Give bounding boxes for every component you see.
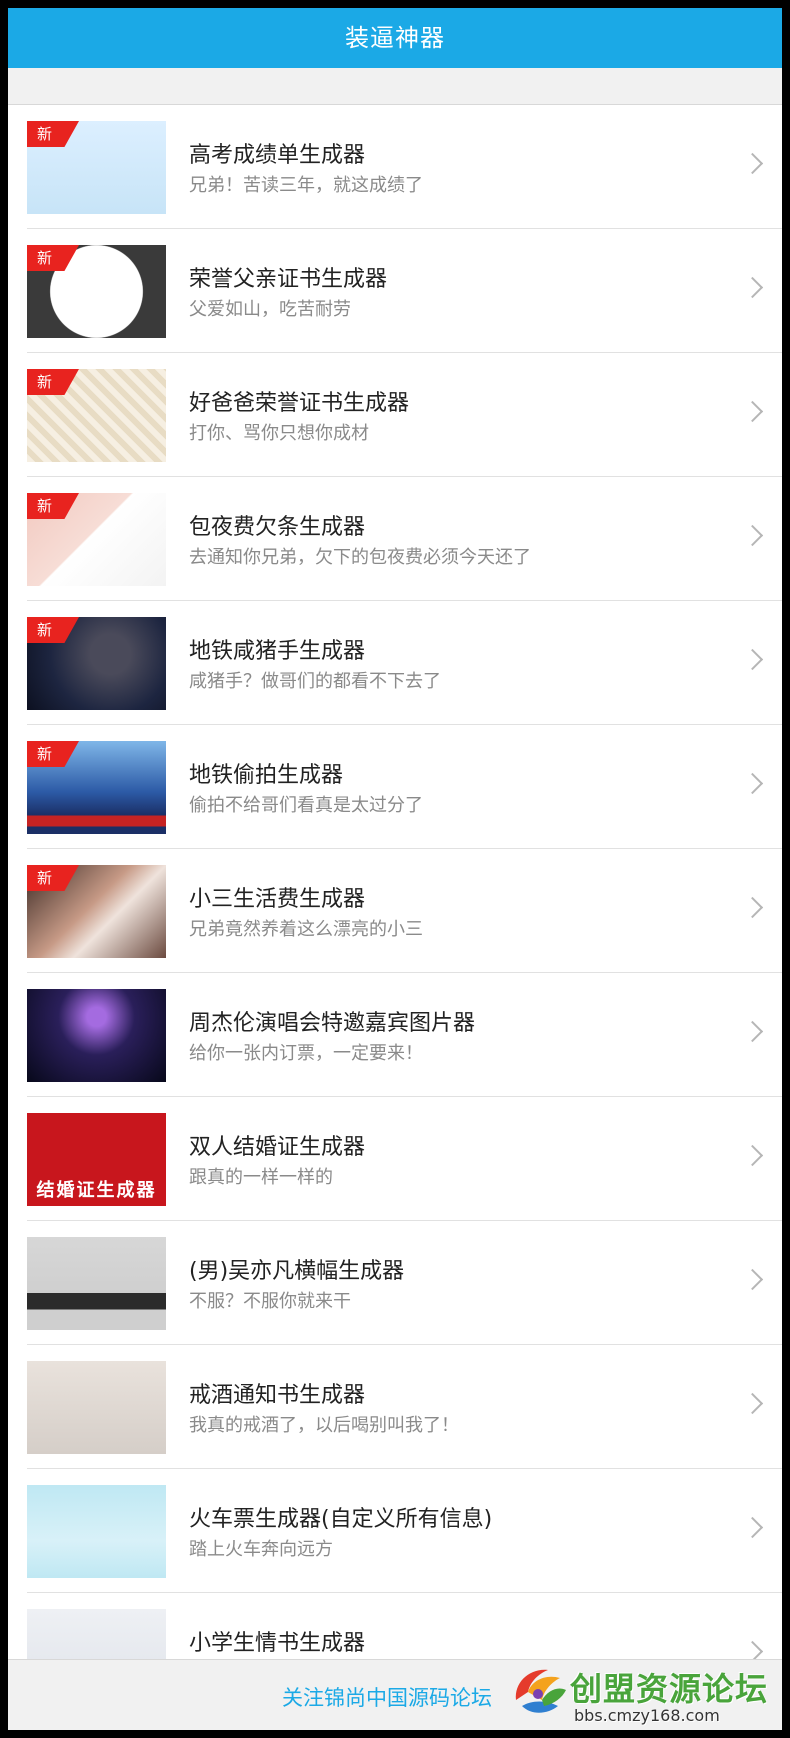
list-item[interactable]: 新包夜费欠条生成器 去通知你兄弟，欠下的包夜费必须今天还了 <box>27 477 782 601</box>
list-item[interactable]: 戒酒通知书生成器我真的戒酒了，以后喝别叫我了！ <box>27 1345 782 1469</box>
chevron-right-icon <box>741 772 764 795</box>
chevron-right-icon <box>741 1144 764 1167</box>
item-description: 偷拍不给哥们看真是太过分了 <box>189 795 423 816</box>
item-title: 小三生活费生成器 <box>189 887 366 912</box>
generator-list: 新高考成绩单生成器 兄弟！苦读三年，就这成绩了新荣誉父亲证书生成器 父爱如山，吃苦耐… <box>8 105 782 1660</box>
list-item[interactable]: 新小三生活费生成器 兄弟竟然养着这么漂亮的小三 <box>27 849 782 973</box>
chevron-right-icon <box>741 152 764 175</box>
item-description: 咸猪手？做哥们的都看不下去了 <box>189 671 441 692</box>
list-item[interactable]: 新地铁咸猪手生成器 咸猪手？做哥们的都看不下去了 <box>27 601 782 725</box>
item-title: 好爸爸荣誉证书生成器 <box>189 391 410 416</box>
watermark-title: 创盟资源论坛 <box>570 1670 769 1708</box>
app-window: 装逼神器 新高考成绩单生成器 兄弟！苦读三年，就这成绩了新荣誉父亲证书生成器 父爱如… <box>8 8 782 1730</box>
list-item[interactable]: 新好爸爸荣誉证书生成器 打你、骂你只想你成材 <box>27 353 782 477</box>
list-item[interactable]: 小学生情书生成器 <box>27 1593 782 1660</box>
chevron-right-icon <box>741 1020 764 1043</box>
item-description: 父爱如山，吃苦耐劳 <box>189 299 351 320</box>
chevron-right-icon <box>741 1516 764 1539</box>
list-item[interactable]: 新高考成绩单生成器 兄弟！苦读三年，就这成绩了 <box>27 105 782 229</box>
chevron-right-icon <box>741 1640 764 1660</box>
forum-watermark: 创盟资源论坛 bbs.cmzy168.com <box>508 1660 780 1728</box>
item-title: 火车票生成器(自定义所有信息) <box>189 1507 493 1532</box>
list-item[interactable]: 火车票生成器(自定义所有信息) 踏上火车奔向远方 <box>27 1469 782 1593</box>
thumb-caption: 结婚证生成器 <box>36 1180 157 1201</box>
forum-logo-icon <box>515 1669 566 1713</box>
chevron-right-icon <box>741 648 764 671</box>
item-title: 地铁偷拍生成器 <box>189 763 344 788</box>
sub-bar <box>8 68 782 105</box>
item-title: 荣誉父亲证书生成器 <box>189 267 388 292</box>
train-ticket-thumb <box>27 1485 166 1578</box>
app-header: 装逼神器 <box>8 8 782 68</box>
footer-follow-link[interactable]: 关注锦尚中国源码论坛 <box>282 1682 492 1712</box>
item-description: 跟真的一样一样的 <box>189 1167 333 1188</box>
banner-thumb <box>27 1237 166 1330</box>
page-title: 装逼神器 <box>345 24 445 52</box>
item-title: 戒酒通知书生成器 <box>189 1383 366 1408</box>
chevron-right-icon <box>741 1268 764 1291</box>
item-title: 地铁咸猪手生成器 <box>189 639 366 664</box>
item-description: 我真的戒酒了，以后喝别叫我了！ <box>189 1415 459 1436</box>
item-description: 不服？不服你就来干 <box>189 1291 351 1312</box>
list-item[interactable]: 周杰伦演唱会特邀嘉宾图片器给你一张内订票，一定要来！ <box>27 973 782 1097</box>
chevron-right-icon <box>741 524 764 547</box>
list-item[interactable]: 新荣誉父亲证书生成器 父爱如山，吃苦耐劳 <box>27 229 782 353</box>
list-item[interactable]: (男)吴亦凡横幅生成器不服？不服你就来干 <box>27 1221 782 1345</box>
item-title: (男)吴亦凡横幅生成器 <box>189 1259 405 1284</box>
marriage-cert-thumb: 结婚证生成器 <box>27 1113 166 1206</box>
chevron-right-icon <box>741 276 764 299</box>
item-description: 兄弟竟然养着这么漂亮的小三 <box>189 919 423 940</box>
list-item[interactable]: 结婚证生成器 双人结婚证生成器跟真的一样一样的 <box>27 1097 782 1221</box>
item-title: 小学生情书生成器 <box>189 1631 366 1656</box>
item-title: 高考成绩单生成器 <box>189 143 366 168</box>
item-description: 打你、骂你只想你成材 <box>189 423 369 444</box>
item-description: 去通知你兄弟，欠下的包夜费必须今天还了 <box>189 547 531 568</box>
quit-drinking-thumb <box>27 1361 166 1454</box>
chevron-right-icon <box>741 400 764 423</box>
item-title: 双人结婚证生成器 <box>189 1135 366 1160</box>
chevron-right-icon <box>741 896 764 919</box>
concert-thumb <box>27 989 166 1082</box>
watermark-url: bbs.cmzy168.com <box>574 1706 720 1725</box>
item-title: 周杰伦演唱会特邀嘉宾图片器 <box>189 1011 476 1036</box>
item-description: 给你一张内订票，一定要来！ <box>189 1043 423 1064</box>
item-description: 踏上火车奔向远方 <box>189 1539 333 1560</box>
item-title: 包夜费欠条生成器 <box>189 515 366 540</box>
list-item[interactable]: 新地铁偷拍生成器 偷拍不给哥们看真是太过分了 <box>27 725 782 849</box>
chevron-right-icon <box>741 1392 764 1415</box>
item-description: 兄弟！苦读三年，就这成绩了 <box>189 175 423 196</box>
love-letter-thumb <box>27 1609 166 1660</box>
